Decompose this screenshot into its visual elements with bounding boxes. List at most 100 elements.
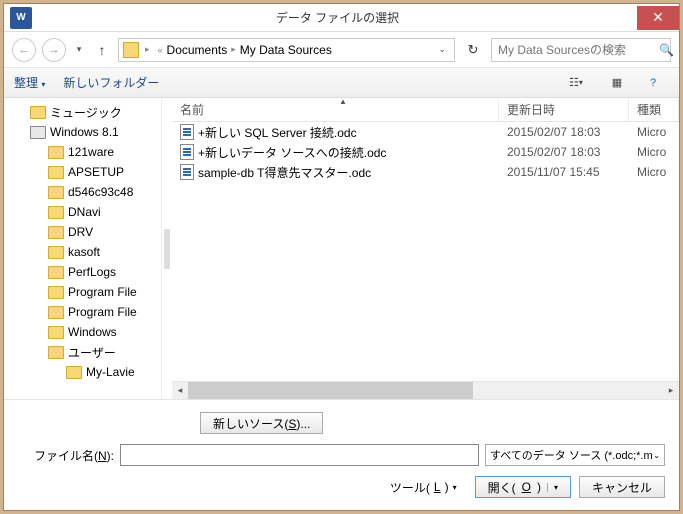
new-source-button[interactable]: 新しいソース(S)... [200,412,323,434]
file-date: 2015/02/07 18:03 [499,125,629,139]
tree-item[interactable]: ユーザー [4,342,161,362]
drive-icon [30,126,46,139]
tree-item[interactable]: PerfLogs [4,262,161,282]
file-row[interactable]: sample-db T得意先マスター.odc 2015/11/07 15:45Mi… [172,162,679,182]
organize-menu[interactable]: 整理 ▾ [14,74,45,91]
tree-item[interactable]: DNavi [4,202,161,222]
file-name: +新しいデータ ソースへの接続.odc [198,144,386,161]
file-type: Micro [629,125,679,139]
folder-icon [48,206,64,219]
scroll-right-button[interactable]: ▸ [663,382,679,399]
tree-item[interactable]: Program File [4,302,161,322]
new-folder-button[interactable]: 新しいフォルダー [63,74,159,91]
tree-item-label: kasoft [68,245,100,259]
breadcrumb[interactable]: ▸ « Documents ▸ My Data Sources ⌄ [118,38,455,62]
open-button[interactable]: 開く(O) ▾ [475,476,571,498]
folder-icon [48,306,64,319]
file-list[interactable]: +新しい SQL Server 接続.odc2015/02/07 18:03Mi… [172,122,679,381]
tree-item-label: DRV [68,225,93,239]
column-type[interactable]: 種類 [629,98,679,121]
back-button[interactable]: ← [12,38,36,62]
tree-item[interactable]: Windows 8.1 [4,122,161,142]
file-name: sample-db T得意先マスター.odc [198,164,371,181]
tree-item-label: My-Lavie [86,365,135,379]
file-date: 2015/11/07 15:45 [499,165,629,179]
filetype-select[interactable]: すべてのデータ ソース (*.odc;*.m⌄ [485,444,665,466]
breadcrumb-item[interactable]: My Data Sources [240,43,332,57]
search-icon[interactable]: 🔍 [659,43,674,57]
file-type: Micro [629,145,679,159]
folder-icon [48,166,64,179]
forward-button[interactable]: → [42,38,66,62]
titlebar: W データ ファイルの選択 ✕ [4,4,679,32]
tree-item-label: APSETUP [68,165,124,179]
breadcrumb-item[interactable]: Documents [167,43,228,57]
tree-item[interactable]: d546c93c48 [4,182,161,202]
nav-bar: ← → ▾ ↑ ▸ « Documents ▸ My Data Sources … [4,32,679,68]
folder-icon [123,42,139,58]
toolbar: 整理 ▾ 新しいフォルダー ☷ ▾ ▦ ? [4,68,679,98]
scroll-left-button[interactable]: ◂ [172,382,188,399]
file-row[interactable]: +新しい SQL Server 接続.odc 2015/02/07 18:03Mi… [172,122,679,142]
folder-icon [48,286,64,299]
filename-label: ファイル名(N): [18,447,114,464]
sort-indicator-icon: ▲ [180,98,506,106]
folder-icon [30,106,46,119]
tree-item[interactable]: APSETUP [4,162,161,182]
file-name: +新しい SQL Server 接続.odc [198,124,357,141]
up-button[interactable]: ↑ [92,40,112,60]
tree-item[interactable]: Program File [4,282,161,302]
tree-item-label: d546c93c48 [68,185,133,199]
tree-item[interactable]: kasoft [4,242,161,262]
tree-item[interactable]: Windows [4,322,161,342]
cancel-button[interactable]: キャンセル [579,476,665,498]
folder-icon [48,186,64,199]
tree-item-label: ミュージック [50,104,122,121]
history-dropdown[interactable]: ▾ [72,44,86,55]
chevron-right-icon: ▸ [141,44,154,55]
splitter[interactable] [162,98,172,399]
file-type: Micro [629,165,679,179]
file-row[interactable]: +新しいデータ ソースへの接続.odc 2015/02/07 18:03Micro [172,142,679,162]
folder-icon [48,326,64,339]
scrollbar-thumb[interactable] [188,382,473,399]
view-options-button[interactable]: ☷ ▾ [555,72,597,94]
word-app-icon: W [10,7,32,29]
breadcrumb-dropdown[interactable]: ⌄ [434,44,450,55]
tree-item[interactable]: DRV [4,222,161,242]
refresh-button[interactable]: ↻ [461,38,485,62]
tree-item-label: Windows 8.1 [50,125,119,139]
tree-item-label: PerfLogs [68,265,116,279]
column-date[interactable]: 更新日時 [499,98,629,121]
tree-item-label: Program File [68,285,137,299]
tree-item[interactable]: 121ware [4,142,161,162]
folder-tree[interactable]: ミュージック Windows 8.1 121ware APSETUP d546c93c4… [4,98,162,399]
bottom-panel: 新しいソース(S)... ファイル名(N): すべてのデータ ソース (*.od… [4,399,679,510]
folder-icon [48,246,64,259]
odc-file-icon [180,124,194,140]
horizontal-scrollbar[interactable]: ◂ ▸ [172,381,679,399]
tree-item-label: Program File [68,305,137,319]
tree-item[interactable]: My-Lavie [4,362,161,382]
file-date: 2015/02/07 18:03 [499,145,629,159]
filename-input[interactable] [120,444,479,466]
search-input[interactable] [492,43,659,57]
folder-icon [48,266,64,279]
file-list-area: ▲ 名前 更新日時 種類 +新しい SQL Server 接続.odc 2015/… [172,98,679,399]
tools-menu[interactable]: ツール(L) ▾ [390,479,457,496]
column-name[interactable]: ▲ 名前 [172,98,499,121]
tree-item[interactable]: ミュージック [4,102,161,122]
chevron-right-icon: ▸ [227,44,240,55]
tree-item-label: Windows [68,325,117,339]
close-button[interactable]: ✕ [637,6,679,30]
folder-icon [48,226,64,239]
tree-item-label: 121ware [68,145,114,159]
preview-pane-button[interactable]: ▦ [601,72,633,94]
search-box: 🔍 [491,38,671,62]
folder-icon [48,146,64,159]
dialog-body: ミュージック Windows 8.1 121ware APSETUP d546c93c4… [4,98,679,399]
help-button[interactable]: ? [637,72,669,94]
file-dialog-window: W データ ファイルの選択 ✕ ← → ▾ ↑ ▸ « Documents ▸ … [3,3,680,511]
list-header: ▲ 名前 更新日時 種類 [172,98,679,122]
tree-item-label: DNavi [68,205,101,219]
